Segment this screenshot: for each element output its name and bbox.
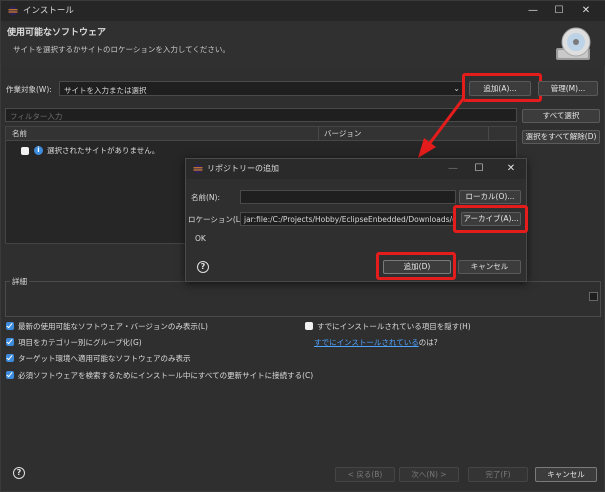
status-text: OK bbox=[195, 234, 206, 243]
close-icon[interactable]: ✕ bbox=[498, 161, 524, 177]
minimize-icon[interactable]: — bbox=[440, 161, 466, 177]
location-label: ロケーション(L): bbox=[188, 215, 246, 224]
dialog-add-button-highlight bbox=[376, 252, 456, 280]
archive-button-highlight bbox=[453, 205, 528, 233]
dialog-title: リポジトリーの追加 bbox=[207, 164, 279, 173]
name-label: 名前(N): bbox=[191, 193, 220, 202]
name-input[interactable] bbox=[240, 190, 456, 204]
help-icon[interactable]: ? bbox=[197, 261, 209, 273]
location-input[interactable]: jar:file:/C:/Projects/Hobby/EclipseEnbed… bbox=[240, 212, 456, 226]
local-button[interactable]: ローカル(O)... bbox=[459, 190, 521, 204]
maximize-icon[interactable]: ☐ bbox=[466, 161, 492, 177]
dialog-title-bar: リポジトリーの追加 — ☐ ✕ bbox=[186, 159, 526, 179]
add-repository-dialog: リポジトリーの追加 — ☐ ✕ 名前(N): ローカル(O)... ロケーション… bbox=[185, 158, 528, 282]
eclipse-app-icon bbox=[193, 164, 203, 174]
dialog-cancel-button[interactable]: キャンセル bbox=[458, 260, 521, 274]
